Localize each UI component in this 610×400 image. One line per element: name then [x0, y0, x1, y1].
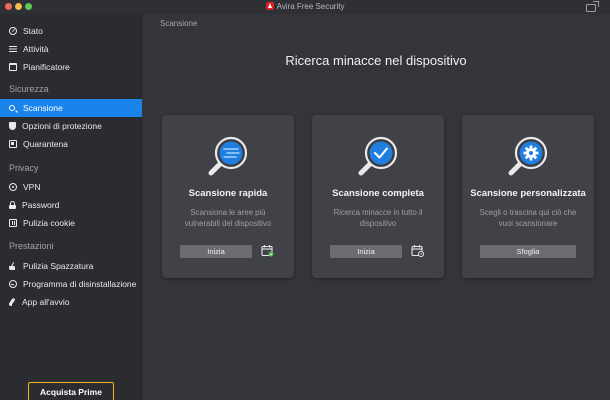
- custom-scan-icon: [508, 136, 548, 176]
- start-quick-scan-button[interactable]: Inizia: [180, 245, 252, 258]
- sidebar-item-label: Scansione: [23, 103, 63, 113]
- uninstall-icon: [9, 280, 17, 288]
- browse-custom-scan-button[interactable]: Sfoglia: [480, 245, 576, 258]
- sidebar-item-attivita[interactable]: Attività: [0, 40, 142, 58]
- card-title: Scansione personalizzata: [470, 188, 586, 199]
- search-icon: [9, 105, 15, 111]
- gauge-icon: [9, 27, 17, 35]
- sidebar-item-label: Pulizia Spazzatura: [23, 261, 94, 271]
- sidebar-item-pulizia-cookie[interactable]: Pulizia cookie: [0, 214, 142, 232]
- card-title: Scansione rapida: [188, 188, 268, 199]
- schedule-calendar-icon[interactable]: [261, 244, 274, 257]
- vpn-icon: [9, 183, 17, 191]
- cookie-icon: [9, 219, 17, 227]
- sidebar-item-label: Pulizia cookie: [23, 218, 75, 228]
- card-description: Scansiona le aree più vulnerabili del di…: [184, 208, 272, 228]
- start-full-scan-button[interactable]: Inizia: [330, 245, 402, 258]
- breadcrumb: Scansione: [160, 19, 198, 28]
- shield-icon: [9, 122, 16, 130]
- schedule-calendar-icon[interactable]: [411, 244, 424, 257]
- sidebar-item-label: Password: [22, 200, 60, 210]
- section-label-prestazioni: Prestazioni: [9, 241, 54, 251]
- sidebar-item-label: Programma di disinstallazione: [23, 279, 137, 289]
- sidebar-item-app-allavvio[interactable]: App all'avvio: [0, 293, 142, 311]
- card-description: Scegli o trascina qui ciò che vuoi scans…: [479, 208, 577, 228]
- sidebar-item-opzioni-di-protezione[interactable]: Opzioni di protezione: [0, 117, 142, 135]
- sidebar-item-label: VPN: [23, 182, 41, 192]
- sidebar-item-label: Attività: [23, 44, 49, 54]
- avira-logo-icon: [265, 2, 274, 10]
- calendar-icon: [9, 63, 17, 71]
- sidebar-item-vpn[interactable]: VPN: [0, 178, 142, 196]
- sidebar-item-pulizia-spazzatura[interactable]: Pulizia Spazzatura: [0, 257, 142, 275]
- sidebar-item-password[interactable]: Password: [0, 196, 142, 214]
- quarantine-box-icon: [9, 140, 17, 148]
- sidebar-item-quarantena[interactable]: Quarantena: [0, 135, 142, 153]
- title-bar: Avira Free Security: [0, 0, 610, 14]
- rocket-icon: [9, 298, 16, 306]
- sidebar-item-scansione[interactable]: Scansione: [0, 99, 142, 117]
- quick-scan-card: Scansione rapida Scansiona le aree più v…: [162, 115, 294, 278]
- expand-window-icon[interactable]: [586, 1, 599, 12]
- full-scan-card: Scansione completa Ricerca minacce in tu…: [312, 115, 444, 278]
- window-title-text: Avira Free Security: [276, 2, 345, 11]
- quick-scan-icon: [208, 136, 248, 176]
- sidebar: Stato Attività Pianificatore Sicurezza S…: [0, 14, 142, 400]
- buy-prime-button[interactable]: Acquista Prime: [28, 382, 114, 400]
- window-title: Avira Free Security: [0, 2, 610, 11]
- card-title: Scansione completa: [332, 188, 424, 199]
- sidebar-item-stato[interactable]: Stato: [0, 22, 142, 40]
- full-scan-icon: [358, 136, 398, 176]
- list-icon: [9, 45, 17, 53]
- sidebar-item-label: Stato: [23, 26, 43, 36]
- section-label-privacy: Privacy: [9, 163, 39, 173]
- sidebar-item-label: Quarantena: [23, 139, 68, 149]
- lock-icon: [9, 201, 16, 209]
- broom-icon: [9, 262, 17, 270]
- custom-scan-card: Scansione personalizzata Scegli o trasci…: [462, 115, 594, 278]
- section-label-sicurezza: Sicurezza: [9, 84, 49, 94]
- app-window: Avira Free Security Stato Attività Piani…: [0, 0, 610, 400]
- sidebar-item-pianificatore[interactable]: Pianificatore: [0, 58, 142, 76]
- sidebar-item-label: Pianificatore: [23, 62, 70, 72]
- page-title: Ricerca minacce nel dispositivo: [285, 53, 467, 68]
- sidebar-item-label: Opzioni di protezione: [22, 121, 102, 131]
- sidebar-item-label: App all'avvio: [22, 297, 70, 307]
- card-description: Ricerca minacce in tutto il dispositivo: [333, 208, 423, 228]
- sidebar-item-programma-di-disinstallazione[interactable]: Programma di disinstallazione: [0, 275, 142, 293]
